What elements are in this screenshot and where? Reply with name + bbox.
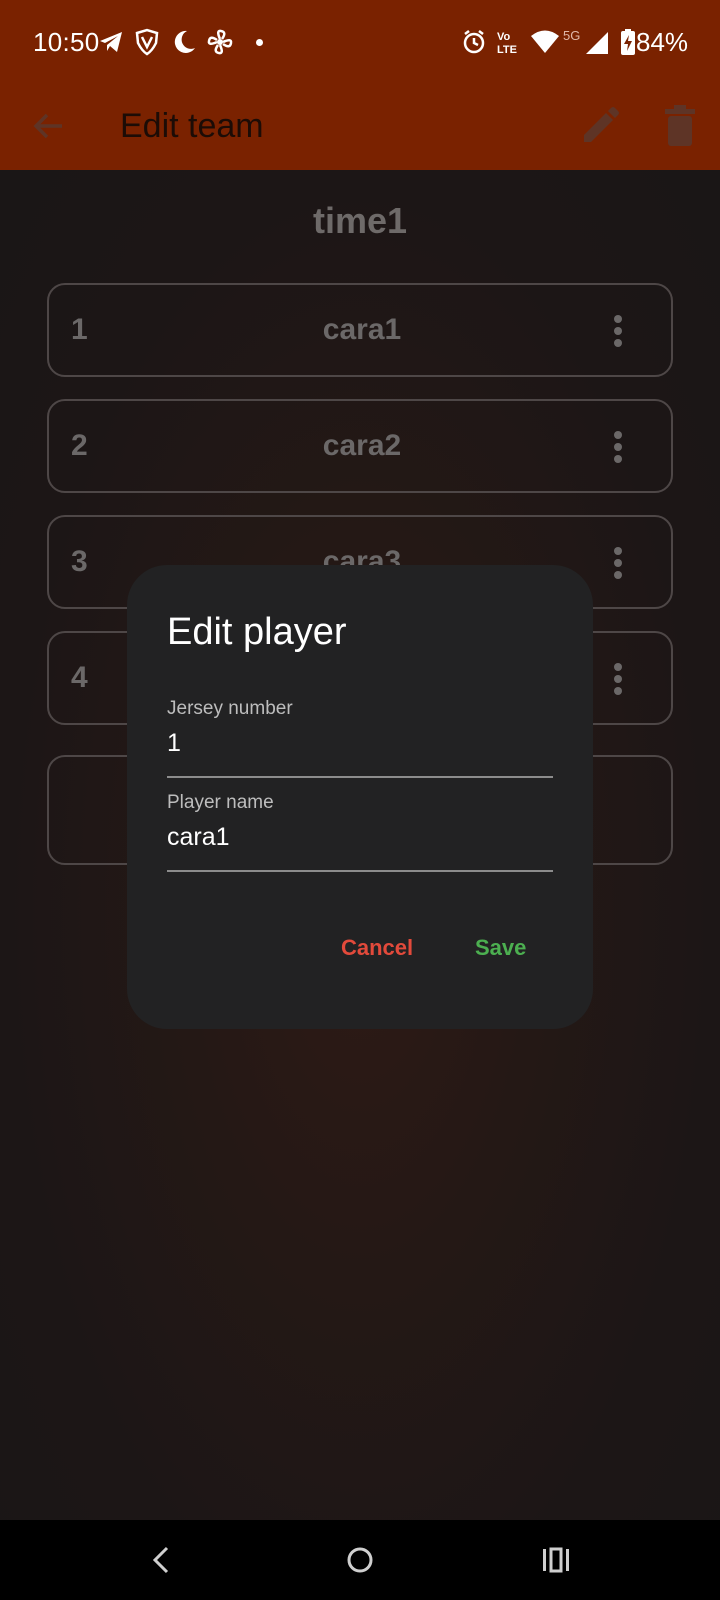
player-name-input[interactable] (167, 823, 553, 852)
svg-text:Vo: Vo (497, 31, 511, 43)
dialog-title: Edit player (167, 611, 347, 653)
app-bar: Edit team (0, 84, 720, 170)
more-vert-icon[interactable] (613, 663, 623, 695)
player-number: 3 (71, 545, 88, 578)
back-chevron-icon[interactable] (143, 1540, 183, 1580)
player-card[interactable]: 2 cara2 (47, 399, 673, 493)
fan-icon (207, 29, 233, 55)
cancel-button[interactable]: Cancel (341, 935, 413, 961)
network-type: 5G (563, 28, 581, 43)
volte-icon: Vo LTE (497, 31, 517, 56)
telegram-icon (100, 32, 122, 52)
jersey-number-underline (167, 776, 553, 778)
player-number: 2 (71, 429, 88, 462)
svg-text:LTE: LTE (497, 44, 517, 56)
player-name-label: Player name (167, 792, 274, 813)
notification-dot (256, 39, 263, 46)
delete-trash-icon[interactable] (660, 104, 700, 148)
player-number: 4 (71, 661, 88, 694)
player-name: cara1 (322, 313, 402, 346)
home-circle-icon[interactable] (340, 1540, 380, 1580)
app-root: 10:50 Vo LTE 5G 84% Edit team time1 1 ca… (0, 0, 720, 1600)
more-vert-icon[interactable] (613, 547, 623, 579)
edit-player-dialog: Edit player Jersey number Player name Ca… (127, 565, 593, 1029)
player-card[interactable]: 1 cara1 (47, 283, 673, 377)
battery-percent: 84% (636, 27, 689, 57)
signal-icon (586, 32, 608, 54)
status-bar: 10:50 Vo LTE 5G 84% (0, 0, 720, 84)
back-arrow-icon[interactable] (28, 106, 68, 146)
more-vert-icon[interactable] (613, 431, 623, 463)
status-time: 10:50 (33, 27, 100, 57)
player-name-underline (167, 870, 553, 872)
edit-pencil-icon[interactable] (580, 106, 620, 146)
player-name: cara2 (322, 429, 402, 462)
battery-charging-icon (621, 29, 635, 55)
alarm-icon (463, 30, 485, 54)
more-vert-icon[interactable] (613, 315, 623, 347)
system-nav-bar (0, 1520, 720, 1600)
jersey-number-label: Jersey number (167, 698, 293, 719)
jersey-number-input[interactable] (167, 729, 553, 758)
vpn-shield-icon (135, 28, 159, 56)
save-button[interactable]: Save (475, 935, 526, 961)
wifi-icon (531, 30, 559, 53)
page-title: Edit team (120, 107, 264, 145)
moon-icon (174, 30, 195, 53)
player-number: 1 (71, 313, 88, 346)
recents-icon[interactable] (536, 1540, 576, 1580)
team-name: time1 (312, 200, 408, 241)
